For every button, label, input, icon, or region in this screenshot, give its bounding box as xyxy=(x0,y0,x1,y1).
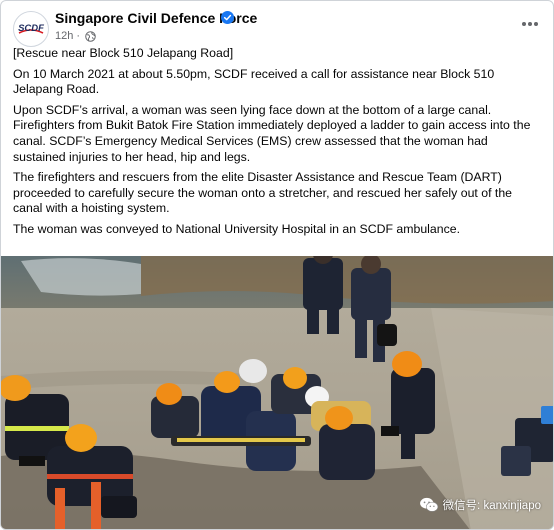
meta-separator: · xyxy=(76,30,81,43)
post-meta: 12h · xyxy=(55,30,96,42)
avatar-logo-text: SCDF xyxy=(18,23,44,34)
post-heading: [Rescue near Block 510 Jelapang Road] xyxy=(13,46,234,60)
facebook-post-card: SCDF Singapore Civil Defence Force 12h ·… xyxy=(0,0,554,530)
post-photo[interactable]: 微信号: kanxinjiapo xyxy=(1,256,553,529)
post-paragraph: Upon SCDF’s arrival, a woman was seen ly… xyxy=(13,102,531,164)
page-avatar[interactable]: SCDF xyxy=(13,11,49,47)
equipment-item xyxy=(541,406,553,424)
wechat-icon xyxy=(419,497,438,512)
post-body: [Rescue near Block 510 Jelapang Road] On… xyxy=(13,46,543,243)
post-paragraph: The firefighters and rescuers from the e… xyxy=(13,170,513,216)
watermark-text: 微信号: kanxinjiapo xyxy=(442,500,541,512)
equipment-bag xyxy=(501,446,531,476)
scdf-logo-icon: SCDF xyxy=(15,13,47,45)
post-paragraph: On 10 March 2021 at about 5.50pm, SCDF r… xyxy=(13,66,495,97)
wechat-watermark: 微信号: kanxinjiapo xyxy=(419,496,541,514)
verified-badge-icon xyxy=(221,11,234,24)
rescue-scene-photo xyxy=(1,256,553,529)
more-options-icon[interactable] xyxy=(517,15,543,33)
post-timestamp[interactable]: 12h xyxy=(55,30,73,42)
post-paragraph: The woman was conveyed to National Unive… xyxy=(13,221,460,236)
post-header: SCDF Singapore Civil Defence Force 12h · xyxy=(13,9,543,47)
globe-icon[interactable] xyxy=(85,30,96,42)
